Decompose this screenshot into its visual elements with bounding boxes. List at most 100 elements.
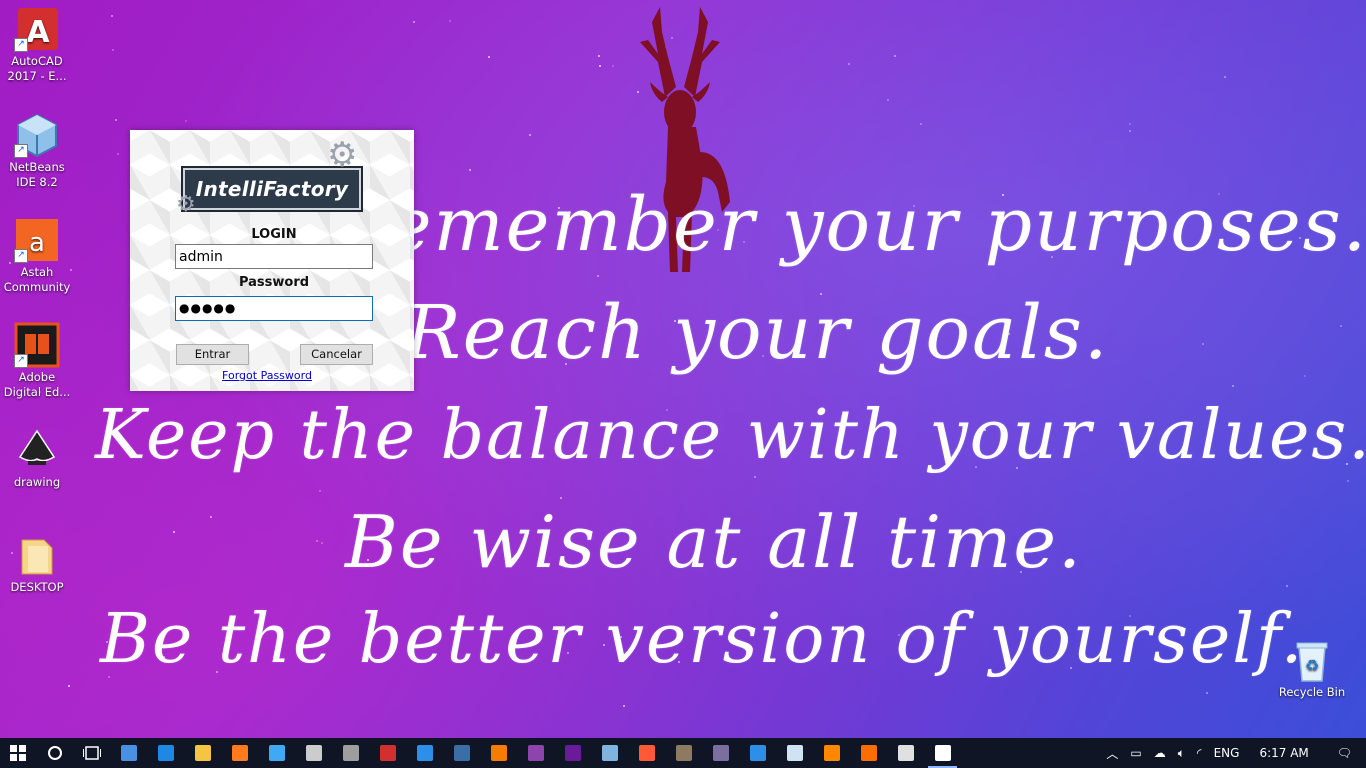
shortcut-arrow-icon: ↗ [14,38,28,52]
taskbar-app-button[interactable] [221,738,258,768]
desktop-icon-adobe-digital-editions[interactable]: ↗ Adobe Digital Ed... [0,322,74,400]
autocad-icon: A ↗ [14,6,60,52]
taskbar-app-button[interactable] [591,738,628,768]
star-dot [920,123,922,125]
taskbar-app-button[interactable] [443,738,480,768]
task-view-icon [82,746,101,760]
star-dot [1129,130,1131,132]
taskbar-app-button[interactable] [295,738,332,768]
taskbar-app-button[interactable] [332,738,369,768]
desktop-icon-label: NetBeans IDE 8.2 [9,160,65,189]
volume-icon[interactable]: 🔈︎ [1172,738,1191,768]
star-dot [1224,76,1226,78]
battery-icon[interactable]: ▭ [1124,738,1147,768]
taskbar-app-button[interactable] [110,738,147,768]
desktop-icon-folder[interactable]: DESKTOP [0,532,74,595]
taskbar-app-button[interactable] [554,738,591,768]
chevron-up-icon: ︿ [1106,746,1119,761]
language-indicator[interactable]: ENG [1208,738,1246,768]
star-dot [560,497,562,499]
action-center-button[interactable]: 🗨︎ [1323,738,1366,768]
star-dot [1206,692,1208,694]
app-icon [749,745,766,761]
desktop-icon-label: drawing [13,475,61,489]
windows-logo-icon [10,745,26,761]
system-tray: ︿ ▭ ☁ 🔈︎ ◜ ENG 6:17 AM 🗨︎ [1100,738,1366,768]
taskbar-app-button[interactable] [369,738,406,768]
star-dot [1340,325,1342,327]
taskbar-app-button[interactable] [628,738,665,768]
svg-text:A: A [26,15,50,50]
gear-icon: ⚙ [176,192,196,217]
cloud-icon[interactable]: ☁ [1148,738,1172,768]
star-dot [449,20,451,22]
notepad-icon [786,745,803,761]
cancel-button[interactable]: Cancelar [300,344,373,365]
star-dot [173,531,175,533]
desktop-icon-netbeans[interactable]: ↗ NetBeans IDE 8.2 [0,112,74,190]
taskbar-app-button[interactable] [517,738,554,768]
taskbar-app-button[interactable] [184,738,221,768]
wallpaper-quote-line-5: Be the better version of yourself. [100,600,1305,679]
forgot-password-link[interactable]: Forgot Password [130,369,404,382]
task-view-button[interactable] [73,738,110,768]
password-field[interactable]: ●●●●● [175,296,373,321]
username-field[interactable] [175,244,373,269]
taskbar-app-button[interactable] [776,738,813,768]
taskbar: ︿ ▭ ☁ 🔈︎ ◜ ENG 6:17 AM 🗨︎ [0,738,1366,768]
app-icon [453,745,470,761]
app-icon [342,745,359,761]
vscode-icon [416,745,433,761]
internet-explorer-icon [268,745,285,761]
star-dot [1347,480,1349,482]
shortcut-arrow-icon: ↗ [14,354,28,368]
desktop-icon-label: DESKTOP [10,580,64,594]
star-dot [1286,585,1288,587]
gimp-icon [675,745,692,761]
shortcut-arrow-icon: ↗ [14,144,28,158]
desktop-icon-label: Adobe Digital Ed... [3,370,71,399]
astah-icon: a ↗ [14,217,60,263]
star-dot [413,21,415,23]
clock[interactable]: 6:17 AM [1245,738,1322,768]
star-dot [112,49,114,51]
app-icon [490,745,507,761]
taskbar-app-button[interactable] [258,738,295,768]
shortcut-arrow-icon: ↗ [14,249,28,263]
recycle-bin-icon: ♻ [1289,637,1335,683]
start-button[interactable] [0,738,36,768]
enter-button[interactable]: Entrar [176,344,249,365]
taskbar-app-button[interactable] [480,738,517,768]
gear-icon: ⚙ [327,135,358,175]
taskbar-app-button[interactable] [406,738,443,768]
wifi-icon[interactable]: ◜ [1191,738,1208,768]
autocad-icon [379,745,396,761]
desktop-icon-autocad[interactable]: A ↗ AutoCAD 2017 - E... [0,6,74,84]
taskbar-app-button[interactable] [924,738,961,768]
file-explorer-icon [194,745,211,761]
login-window: IntelliFactory ⚙ ⚙ LOGIN Password ●●●●● … [130,130,414,391]
taskbar-app-button[interactable] [813,738,850,768]
app-icon [712,745,729,761]
wallpaper-quote-line-3: Keep the balance with your values. [95,396,1366,475]
vlc-icon [823,745,840,761]
star-dot [316,540,318,542]
java-app-icon [934,745,951,761]
taskbar-app-button[interactable] [739,738,776,768]
password-label: Password [238,275,310,290]
taskbar-app-button[interactable] [887,738,924,768]
taskbar-app-button[interactable] [702,738,739,768]
taskbar-apps [110,738,961,768]
star-dot [754,476,756,478]
show-hidden-icons-button[interactable]: ︿ [1100,738,1124,768]
cortana-button[interactable] [36,738,73,768]
desktop-icon-label: Recycle Bin [1278,685,1346,699]
desktop-icon-astah[interactable]: a ↗ Astah Community [0,217,74,295]
taskbar-app-button[interactable] [850,738,887,768]
taskbar-app-button[interactable] [665,738,702,768]
desktop-icon-drawing[interactable]: drawing [0,427,74,490]
taskbar-app-button[interactable] [147,738,184,768]
desktop-icon-recycle-bin[interactable]: ♻ Recycle Bin [1275,637,1349,700]
star-dot [210,516,212,518]
star-dot [1202,343,1204,345]
